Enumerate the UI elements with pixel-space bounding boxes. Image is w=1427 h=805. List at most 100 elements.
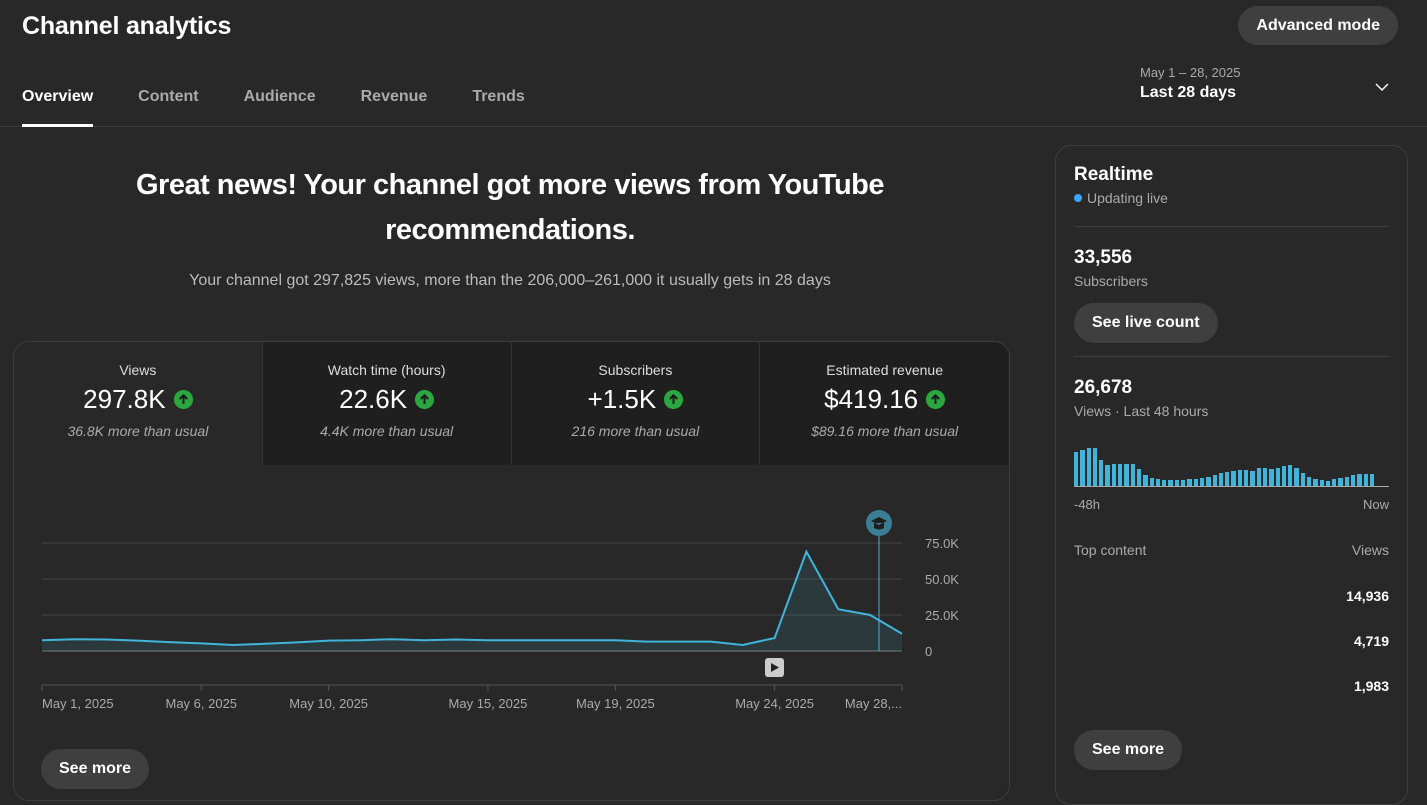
- card-see-more-button[interactable]: See more: [41, 749, 150, 789]
- spark-bar: [1162, 479, 1167, 486]
- y-tick-label: 25.0K: [925, 608, 959, 623]
- tab-trends[interactable]: Trends: [472, 88, 524, 127]
- metric-note: $89.16 more than usual: [811, 423, 959, 439]
- metric-estimated-revenue[interactable]: Estimated revenue $419.16 $89.16 more th…: [760, 342, 1009, 465]
- realtime-subscribers-value: 33,556: [1074, 247, 1133, 268]
- realtime-views-sparkline[interactable]: [1074, 447, 1389, 487]
- spark-bar: [1237, 470, 1243, 486]
- tab-revenue[interactable]: Revenue: [361, 88, 428, 127]
- metric-value: 22.6K: [339, 384, 408, 414]
- spark-bar: [1206, 476, 1211, 486]
- series-line: [41, 549, 903, 647]
- realtime-title: Realtime: [1074, 164, 1154, 185]
- spark-bar: [1199, 477, 1205, 486]
- realtime-see-more-button[interactable]: See more: [1074, 730, 1183, 770]
- top-content-views[interactable]: 14,936: [1074, 588, 1389, 604]
- spark-bar: [1218, 473, 1224, 486]
- spark-bar: [1212, 475, 1217, 486]
- spark-bar: [1319, 479, 1324, 486]
- live-dot-icon: [1074, 194, 1082, 202]
- metric-note: 216 more than usual: [571, 423, 700, 439]
- spark-bar: [1344, 476, 1350, 486]
- metric-views[interactable]: Views 297.8K 36.8K more than usual: [14, 342, 263, 465]
- spark-bar: [1357, 474, 1362, 486]
- spark-bar: [1281, 465, 1287, 486]
- realtime-views-label: Views · Last 48 hours: [1074, 403, 1209, 419]
- top-content-label: Top content: [1074, 542, 1147, 558]
- views-line-chart[interactable]: 0 25.0K 50.0K 75.0K May 1, 2025 May 6, 2025 Ma…: [14, 465, 1010, 755]
- metric-note: 36.8K more than usual: [67, 423, 209, 439]
- overview-chart-card: Views 297.8K 36.8K more than usual Watch…: [13, 341, 1010, 801]
- insight-headline: Great news! Your channel got more views …: [135, 169, 885, 246]
- metric-label: Estimated revenue: [826, 362, 943, 378]
- x-tick-label: May 28,...: [845, 696, 902, 711]
- x-tick-label: May 15, 2025: [449, 696, 528, 711]
- spark-bar: [1136, 469, 1142, 486]
- top-bar: Channel analytics Advanced mode Overview…: [0, 0, 1427, 127]
- spark-bar: [1187, 478, 1192, 486]
- spark-bar: [1099, 459, 1104, 486]
- spark-bar: [1168, 479, 1173, 486]
- spark-bar: [1174, 479, 1180, 486]
- spark-bar: [1080, 450, 1085, 486]
- spark-bar: [1262, 468, 1268, 486]
- realtime-panel: Realtime Updating live 33,556 Subscriber…: [1055, 145, 1408, 805]
- x-tick-label: May 1, 2025: [42, 696, 114, 711]
- date-range-dates: May 1 – 28, 2025: [1140, 65, 1241, 80]
- spark-bar: [1231, 471, 1236, 486]
- metric-value: +1.5K: [587, 384, 657, 414]
- arrow-up-icon: [173, 390, 193, 409]
- spark-bar: [1294, 468, 1299, 486]
- spark-bar: [1306, 476, 1312, 486]
- metric-label: Subscribers: [598, 362, 673, 378]
- top-content-views[interactable]: 1,983: [1074, 678, 1389, 694]
- spark-bar: [1086, 448, 1091, 486]
- spark-axis-end: Now: [1362, 497, 1389, 512]
- tab-content[interactable]: Content: [138, 88, 198, 127]
- spark-bar: [1092, 448, 1098, 486]
- metric-watch-time[interactable]: Watch time (hours) 22.6K 4.4K more than …: [262, 342, 512, 465]
- spark-bar: [1143, 475, 1148, 486]
- spark-bar: [1338, 477, 1343, 486]
- top-content-views[interactable]: 4,719: [1074, 633, 1389, 649]
- metric-value: 297.8K: [83, 384, 166, 414]
- spark-bar: [1269, 469, 1274, 486]
- page-title: Channel analytics: [22, 12, 232, 40]
- spark-bar: [1124, 463, 1129, 486]
- metric-tabs: Views 297.8K 36.8K more than usual Watch…: [14, 342, 1009, 465]
- spark-bar: [1074, 452, 1079, 486]
- arrow-up-icon: [415, 390, 435, 409]
- spark-bar: [1256, 468, 1261, 486]
- spark-bar: [1118, 463, 1123, 486]
- spark-bar: [1244, 470, 1249, 486]
- tab-audience[interactable]: Audience: [244, 88, 316, 127]
- top-views-label: Views: [1351, 542, 1389, 558]
- insight-subline: Your channel got 297,825 views, more tha…: [189, 272, 831, 289]
- realtime-status: Updating live: [1087, 190, 1168, 206]
- see-live-count-button[interactable]: See live count: [1074, 303, 1218, 343]
- spark-bar: [1111, 463, 1117, 486]
- spark-bar: [1325, 480, 1331, 486]
- spark-bar: [1155, 478, 1161, 486]
- metric-note: 4.4K more than usual: [320, 423, 454, 439]
- spark-bar: [1313, 478, 1318, 486]
- realtime-views-value: 26,678: [1074, 377, 1133, 398]
- spark-bar: [1130, 463, 1135, 486]
- metric-label: Watch time (hours): [327, 362, 446, 378]
- date-range-selector[interactable]: May 1 – 28, 2025 Last 28 days: [1140, 65, 1400, 102]
- spark-axis-start: -48h: [1074, 497, 1101, 512]
- spark-bar: [1288, 464, 1293, 486]
- metric-subscribers[interactable]: Subscribers +1.5K 216 more than usual: [511, 342, 761, 465]
- spark-bar: [1105, 464, 1110, 486]
- spark-bar: [1149, 477, 1154, 486]
- y-tick-label: 50.0K: [925, 572, 959, 587]
- spark-bar: [1351, 475, 1356, 486]
- tab-bar: Overview Content Audience Revenue Trends: [22, 88, 570, 127]
- divider: [1074, 356, 1389, 357]
- metric-label: Views: [119, 362, 157, 378]
- spark-bar: [1250, 471, 1255, 486]
- metric-value: $419.16: [824, 384, 919, 414]
- advanced-mode-button[interactable]: Advanced mode: [1238, 6, 1398, 45]
- chevron-down-icon: [1375, 83, 1389, 92]
- tab-overview[interactable]: Overview: [22, 88, 94, 127]
